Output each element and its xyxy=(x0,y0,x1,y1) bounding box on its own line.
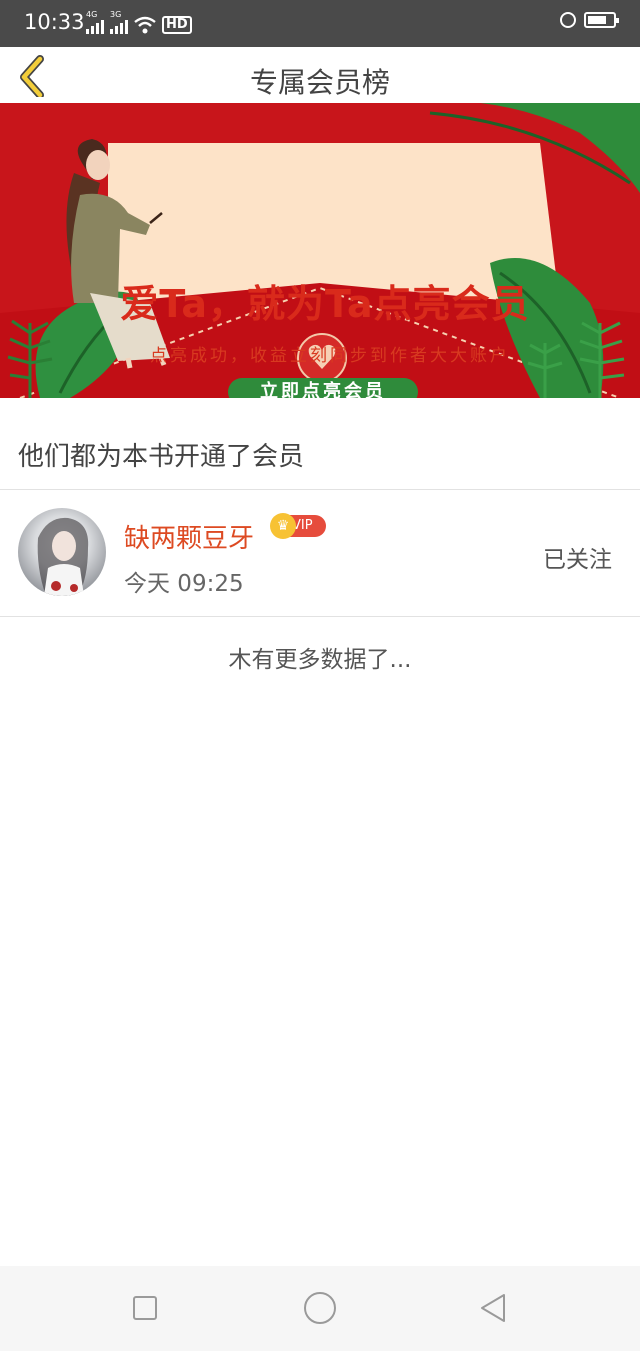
promo-banner[interactable]: 爱Ta，就为Ta点亮会员 点亮成功，收益立刻同步到作者大大账户 立即点亮会员 xyxy=(0,103,640,398)
follow-button[interactable]: 已关注 xyxy=(543,540,612,574)
page-title: 专属会员榜 xyxy=(249,66,390,99)
vip-badge: ♛ VIP xyxy=(270,513,326,539)
wifi-icon xyxy=(134,16,156,34)
list-item[interactable]: 缺两颗豆牙 ♛ VIP 今天 09:25 已关注 xyxy=(0,490,640,616)
section-title: 他们都为本书开通了会员 xyxy=(18,442,305,472)
signal-3g-label: 3G xyxy=(110,10,122,19)
activate-membership-button[interactable]: 立即点亮会员 xyxy=(228,378,418,398)
lock-icon xyxy=(560,12,576,28)
status-time: 10:33 xyxy=(24,10,85,34)
signal-4g-icon: 4G xyxy=(86,10,104,34)
member-name[interactable]: 缺两颗豆牙 xyxy=(124,518,254,555)
avatar[interactable] xyxy=(18,508,106,596)
signal-3g-icon: 3G xyxy=(110,10,128,34)
crown-icon: ♛ xyxy=(270,513,296,539)
home-icon[interactable] xyxy=(304,1292,336,1324)
member-time: 今天 09:25 xyxy=(124,571,244,597)
hd-icon: HD xyxy=(162,16,192,34)
banner-subline: 点亮成功，收益立刻同步到作者大大账户 xyxy=(150,346,510,366)
status-bar: 10:33 4G 3G HD xyxy=(0,0,640,47)
divider xyxy=(0,616,640,617)
system-nav-bar xyxy=(0,1266,640,1351)
header: 专属会员榜 xyxy=(0,47,640,103)
recent-apps-icon[interactable] xyxy=(133,1296,157,1320)
signal-4g-label: 4G xyxy=(86,10,98,19)
banner-headline: 爱Ta，就为Ta点亮会员 xyxy=(120,282,530,326)
avatar-image xyxy=(37,517,89,596)
no-more-data-text: 木有更多数据了... xyxy=(228,647,412,673)
battery-icon xyxy=(584,12,619,28)
back-icon[interactable] xyxy=(478,1292,510,1324)
